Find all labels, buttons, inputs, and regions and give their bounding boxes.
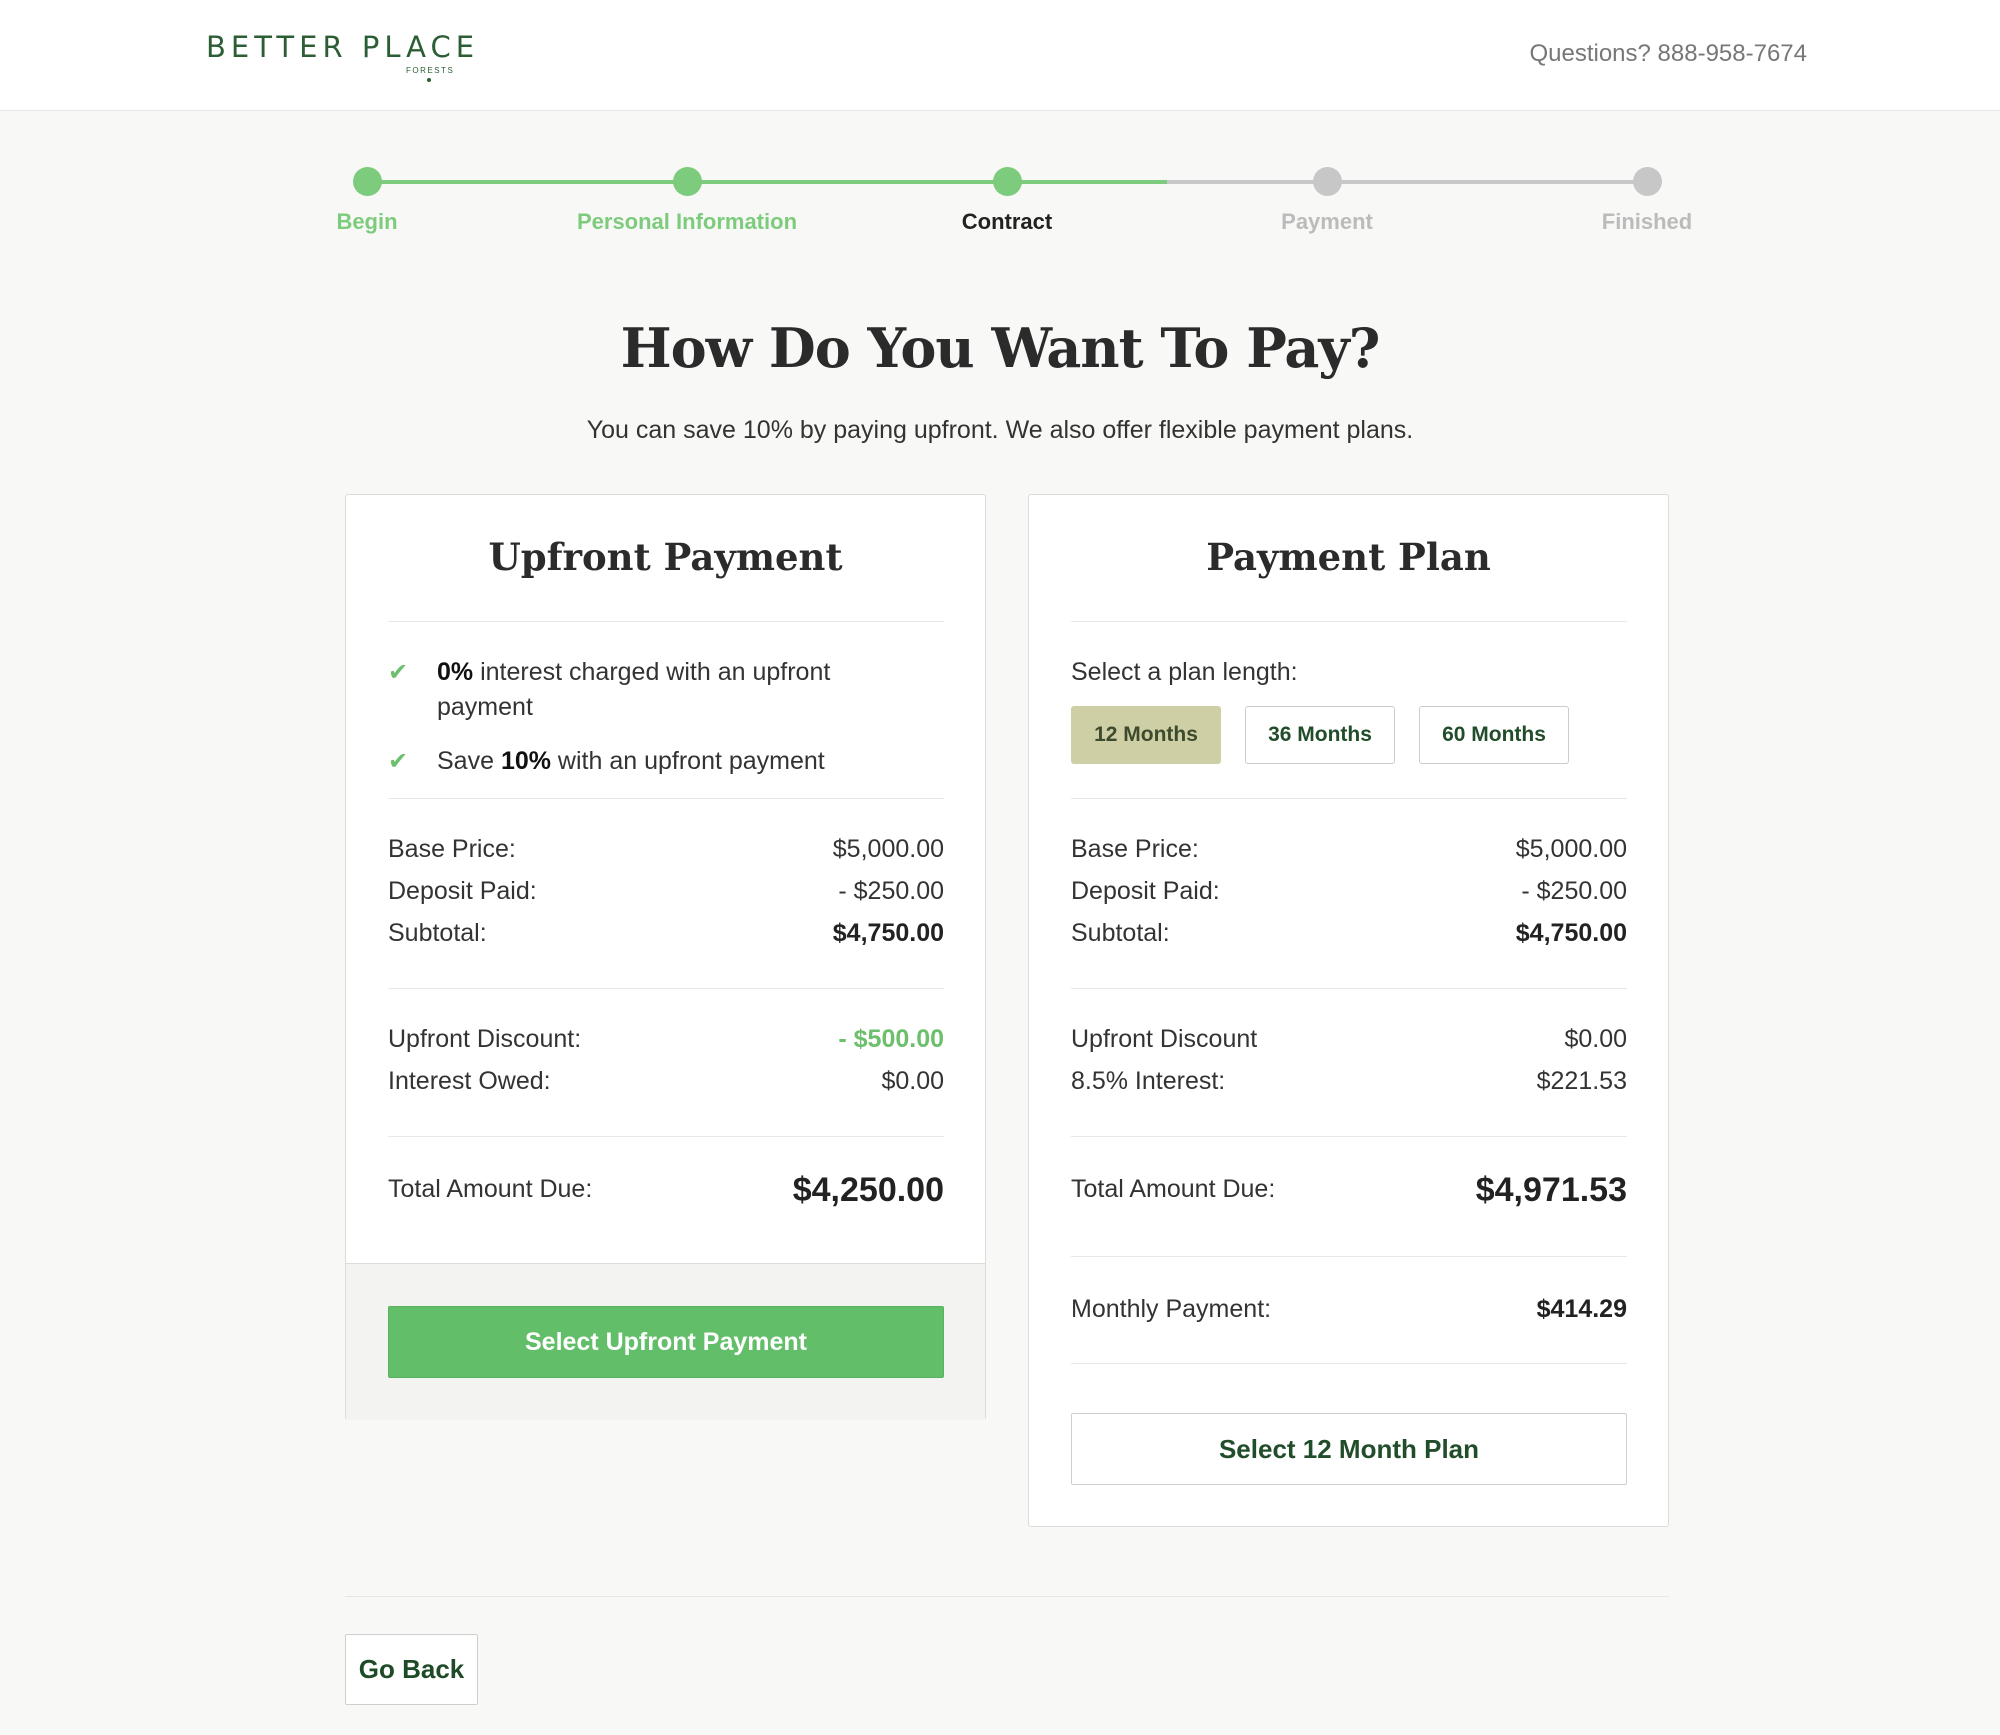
total-label: Total Amount Due: bbox=[388, 1175, 593, 1203]
plan-option-60-months[interactable]: 60 Months bbox=[1419, 706, 1569, 764]
upfront-discount-value: - $500.00 bbox=[838, 1025, 944, 1053]
plan-option-36-months[interactable]: 36 Months bbox=[1245, 706, 1395, 764]
deposit-value: - $250.00 bbox=[1521, 877, 1627, 905]
step-label-begin: Begin bbox=[336, 209, 398, 234]
divider bbox=[1071, 1363, 1627, 1364]
monthly-payment-label: Monthly Payment: bbox=[1071, 1295, 1272, 1323]
monthly-payment-row: Monthly Payment: $414.29 bbox=[1071, 1295, 1627, 1331]
plan-card-title: Payment Plan bbox=[1206, 535, 1491, 579]
upfront-discount-label: Upfront Discount bbox=[1071, 1025, 1258, 1053]
base-price-value: $5,000.00 bbox=[1515, 835, 1627, 863]
subtotal-row: Subtotal: $4,750.00 bbox=[1071, 919, 1627, 955]
step-dot-payment bbox=[1312, 167, 1342, 196]
subtotal-row: Subtotal: $4,750.00 bbox=[388, 919, 944, 955]
divider bbox=[1071, 988, 1627, 989]
feature-bold: 10% bbox=[500, 747, 551, 775]
subtotal-label: Subtotal: bbox=[1071, 919, 1170, 947]
total-value: $4,971.53 bbox=[1475, 1171, 1627, 1209]
divider bbox=[1071, 621, 1627, 622]
divider bbox=[1071, 1136, 1627, 1137]
step-dot-personal-information bbox=[672, 167, 702, 196]
subtotal-value: $4,750.00 bbox=[832, 919, 944, 947]
upfront-payment-card: Upfront Payment ✔ 0% interest charged wi… bbox=[345, 494, 986, 1420]
divider bbox=[388, 1136, 944, 1137]
page-subtitle: You can save 10% by paying upfront. We a… bbox=[586, 416, 1414, 444]
total-row: Total Amount Due: $4,250.00 bbox=[388, 1171, 944, 1211]
logo-dot bbox=[427, 78, 431, 82]
page-title: How Do You Want To Pay? bbox=[620, 316, 1381, 380]
better-place-logo[interactable]: BETTER PLACE FORESTS bbox=[206, 30, 496, 86]
interest-label: Interest Owed: bbox=[388, 1067, 551, 1095]
logo-subtext: FORESTS bbox=[406, 66, 455, 75]
divider bbox=[1071, 798, 1627, 799]
check-icon: ✔ bbox=[388, 659, 409, 686]
upfront-discount-row: Upfront Discount $0.00 bbox=[1071, 1025, 1627, 1061]
interest-value: $0.00 bbox=[881, 1067, 944, 1095]
deposit-row: Deposit Paid: - $250.00 bbox=[388, 877, 944, 913]
feature-bold: 0% bbox=[437, 658, 474, 686]
base-price-value: $5,000.00 bbox=[832, 835, 944, 863]
feature-save-percent: ✔ Save 10% with an upfront payment bbox=[388, 744, 908, 779]
divider bbox=[388, 798, 944, 799]
monthly-payment-value: $414.29 bbox=[1536, 1295, 1627, 1323]
progress-track-completed bbox=[367, 180, 1167, 184]
total-label: Total Amount Due: bbox=[1071, 1175, 1276, 1203]
upfront-card-title: Upfront Payment bbox=[488, 535, 843, 579]
upfront-discount-value: $0.00 bbox=[1564, 1025, 1627, 1053]
feature-text: with an upfront payment bbox=[550, 747, 825, 775]
step-label-personal-information: Personal Information bbox=[576, 209, 798, 234]
progress-track-remaining bbox=[1167, 180, 1647, 184]
base-price-row: Base Price: $5,000.00 bbox=[1071, 835, 1627, 871]
divider bbox=[345, 1596, 1669, 1597]
support-phone-link[interactable]: Questions? 888-958-7674 bbox=[1529, 40, 1807, 68]
feature-text-prefix: Save bbox=[437, 747, 501, 775]
go-back-button[interactable]: Go Back bbox=[345, 1634, 478, 1705]
plan-length-label: Select a plan length: bbox=[1071, 658, 1298, 686]
total-value: $4,250.00 bbox=[792, 1171, 944, 1209]
step-label-payment: Payment bbox=[1281, 209, 1373, 234]
feature-no-interest: ✔ 0% interest charged with an upfront pa… bbox=[388, 655, 908, 725]
logo-wordmark: BETTER PLACE bbox=[206, 30, 480, 64]
feature-text: interest charged with an upfront payment bbox=[437, 658, 831, 721]
step-label-finished: Finished bbox=[1601, 209, 1693, 234]
deposit-row: Deposit Paid: - $250.00 bbox=[1071, 877, 1627, 913]
deposit-label: Deposit Paid: bbox=[1071, 877, 1220, 905]
step-dot-contract bbox=[992, 167, 1022, 196]
step-dot-begin bbox=[352, 167, 382, 196]
upfront-discount-label: Upfront Discount: bbox=[388, 1025, 582, 1053]
total-row: Total Amount Due: $4,971.53 bbox=[1071, 1171, 1627, 1211]
subtotal-value: $4,750.00 bbox=[1515, 919, 1627, 947]
base-price-row: Base Price: $5,000.00 bbox=[388, 835, 944, 871]
payment-plan-card: Payment Plan Select a plan length: 12 Mo… bbox=[1028, 494, 1669, 1527]
site-header: BETTER PLACE FORESTS Questions? 888-958-… bbox=[0, 0, 2000, 111]
deposit-value: - $250.00 bbox=[838, 877, 944, 905]
base-price-label: Base Price: bbox=[1071, 835, 1199, 863]
subtotal-label: Subtotal: bbox=[388, 919, 487, 947]
interest-row: Interest Owed: $0.00 bbox=[388, 1067, 944, 1103]
divider bbox=[388, 621, 944, 622]
base-price-label: Base Price: bbox=[388, 835, 516, 863]
interest-row: 8.5% Interest: $221.53 bbox=[1071, 1067, 1627, 1103]
upfront-card-footer: Select Upfront Payment bbox=[346, 1263, 985, 1420]
deposit-label: Deposit Paid: bbox=[388, 877, 537, 905]
select-upfront-payment-button[interactable]: Select Upfront Payment bbox=[388, 1306, 944, 1378]
interest-value: $221.53 bbox=[1536, 1067, 1627, 1095]
divider bbox=[1071, 1256, 1627, 1257]
divider bbox=[388, 988, 944, 989]
check-icon: ✔ bbox=[388, 748, 409, 775]
select-plan-button[interactable]: Select 12 Month Plan bbox=[1071, 1413, 1627, 1485]
upfront-discount-row: Upfront Discount: - $500.00 bbox=[388, 1025, 944, 1061]
interest-label: 8.5% Interest: bbox=[1071, 1067, 1226, 1095]
plan-option-12-months[interactable]: 12 Months bbox=[1071, 706, 1221, 764]
step-dot-finished bbox=[1632, 167, 1662, 196]
step-label-contract: Contract bbox=[961, 209, 1053, 234]
